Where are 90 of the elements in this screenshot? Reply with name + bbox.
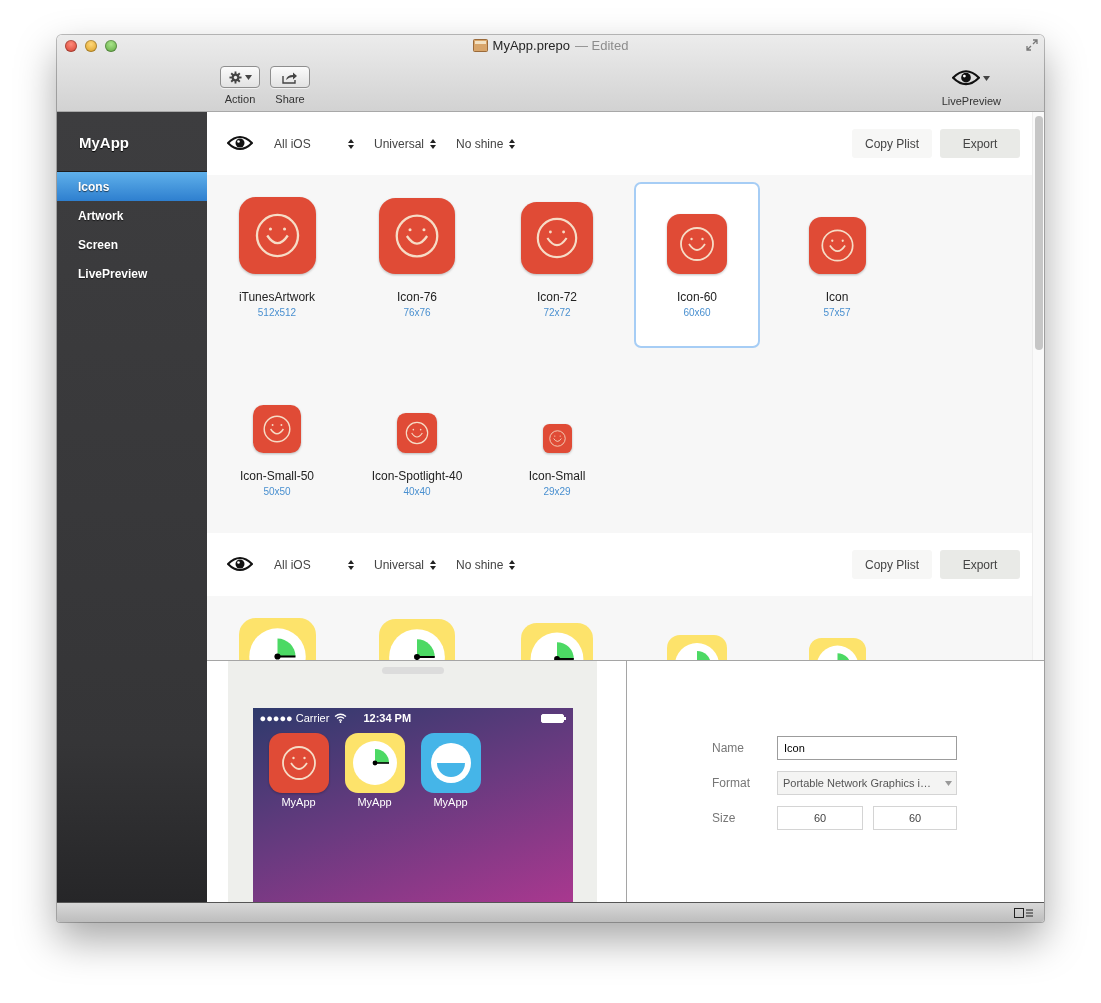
filter-popup[interactable]: All iOS xyxy=(274,136,354,151)
icon-dimensions: 60x60 xyxy=(683,307,711,318)
sidebar-item[interactable]: Screen xyxy=(57,230,207,259)
caret-icon xyxy=(244,74,252,80)
field-label: Format xyxy=(712,776,751,790)
smiley-icon xyxy=(667,214,727,274)
sidebar-item[interactable]: LivePreview xyxy=(57,259,207,288)
toolbar-button[interactable] xyxy=(270,66,310,88)
smiley-icon xyxy=(521,202,593,274)
filter-popup[interactable]: All iOS xyxy=(274,557,354,572)
icon-dimensions: 57x57 xyxy=(823,307,851,318)
up-down-arrows-icon xyxy=(509,138,516,149)
filter-popup[interactable]: Universal xyxy=(374,557,436,572)
document-icon xyxy=(472,39,488,52)
icon-tile[interactable]: Icon-60 60x60 xyxy=(634,182,760,348)
timer-icon xyxy=(344,733,405,793)
toolbar-label: LivePreview xyxy=(941,95,1001,107)
icon-name: Icon-60 xyxy=(677,290,717,304)
minimize-button[interactable] xyxy=(85,40,97,52)
field-label: Name xyxy=(712,741,745,755)
icon-dimensions: 512x512 xyxy=(257,307,297,318)
up-down-arrows-icon xyxy=(509,559,516,570)
smiley-icon xyxy=(238,197,316,274)
close-button[interactable] xyxy=(65,40,77,52)
icon-name: Icon-Small xyxy=(528,469,586,483)
icon-tile[interactable]: Icon-76 76x76 xyxy=(354,182,480,348)
icon-tile[interactable]: Icon-Small-50 50x50 xyxy=(214,361,340,527)
app-label: MyApp xyxy=(281,796,316,808)
icon-dimensions: 29x29 xyxy=(543,486,571,497)
icon-dimensions: 50x50 xyxy=(263,486,291,497)
smiley-icon xyxy=(253,405,301,453)
size-field[interactable]: 60 xyxy=(873,806,957,830)
eye-icon[interactable] xyxy=(952,69,981,87)
export-button[interactable]: Export xyxy=(940,129,1020,158)
icon-tile[interactable]: Icon-Small 29x29 xyxy=(494,361,620,527)
smiley-icon xyxy=(397,413,437,453)
icon-name: iTunesArtwork xyxy=(238,290,316,304)
toolbar-label: Action xyxy=(224,93,256,105)
copy-button[interactable]: Copy Plist xyxy=(851,129,932,158)
smiley-icon xyxy=(379,198,455,274)
toolbar-label: Share xyxy=(275,93,305,105)
up-down-arrows-icon xyxy=(348,138,354,149)
caret-icon xyxy=(983,75,991,81)
size-field[interactable]: 60 xyxy=(777,806,863,830)
layout-toggle-icon[interactable] xyxy=(1014,907,1034,918)
format-dropdown[interactable]: Portable Network Graphics i… xyxy=(777,771,957,795)
icon-name: Icon-Spotlight-40 xyxy=(371,469,463,483)
eye-icon[interactable] xyxy=(227,556,253,573)
wifi-icon xyxy=(334,713,348,723)
icon-name: Icon xyxy=(825,290,849,304)
icon-name: Icon-Small-50 xyxy=(240,469,314,483)
icon-dimensions: 72x72 xyxy=(543,307,571,318)
clock-time: 12:34 PM xyxy=(363,712,412,724)
icon-tile[interactable]: Icon 57x57 xyxy=(774,182,900,348)
icon-tile[interactable]: Icon-72 72x72 xyxy=(494,182,620,348)
share-icon xyxy=(282,70,298,84)
eye-icon[interactable] xyxy=(227,135,253,152)
filter-popup[interactable]: No shine xyxy=(456,136,516,151)
gear-icon xyxy=(228,70,242,84)
window-title: MyApp.prepo xyxy=(492,38,570,53)
carrier-label: ●●●●● Carrier xyxy=(259,712,330,724)
smiley-icon xyxy=(808,217,866,274)
export-button[interactable]: Export xyxy=(940,550,1020,579)
filter-popup[interactable]: Universal xyxy=(374,136,436,151)
sidebar-item[interactable]: Artwork xyxy=(57,201,207,230)
filter-popup[interactable]: No shine xyxy=(456,557,516,572)
app-label: MyApp xyxy=(433,796,468,808)
icon-dimensions: 40x40 xyxy=(403,486,431,497)
sidebar-title: MyApp xyxy=(78,134,130,153)
copy-button[interactable]: Copy Plist xyxy=(851,550,932,579)
fullscreen-icon[interactable] xyxy=(1026,39,1038,51)
name-field[interactable]: Icon xyxy=(777,736,957,760)
icon-tile[interactable]: iTunesArtwork 512x512 xyxy=(214,182,340,348)
app-label: MyApp xyxy=(357,796,392,808)
caret-icon xyxy=(945,780,952,786)
icon-tile[interactable]: Icon-Spotlight-40 40x40 xyxy=(354,361,480,527)
icon-name: Icon-76 xyxy=(397,290,437,304)
smiley-icon xyxy=(542,424,572,453)
up-down-arrows-icon xyxy=(430,138,436,149)
up-down-arrows-icon xyxy=(348,559,354,570)
icon-name: Icon-72 xyxy=(537,290,577,304)
battery-icon xyxy=(540,713,567,723)
toolbar-button[interactable] xyxy=(220,66,260,88)
zoom-button[interactable] xyxy=(105,40,117,52)
icon-dimensions: 76x76 xyxy=(403,307,431,318)
scrollbar-thumb[interactable] xyxy=(1035,116,1043,350)
field-label: Size xyxy=(712,811,737,825)
edited-status: — Edited xyxy=(574,38,629,53)
smiley-icon xyxy=(268,733,329,793)
up-down-arrows-icon xyxy=(430,559,436,570)
